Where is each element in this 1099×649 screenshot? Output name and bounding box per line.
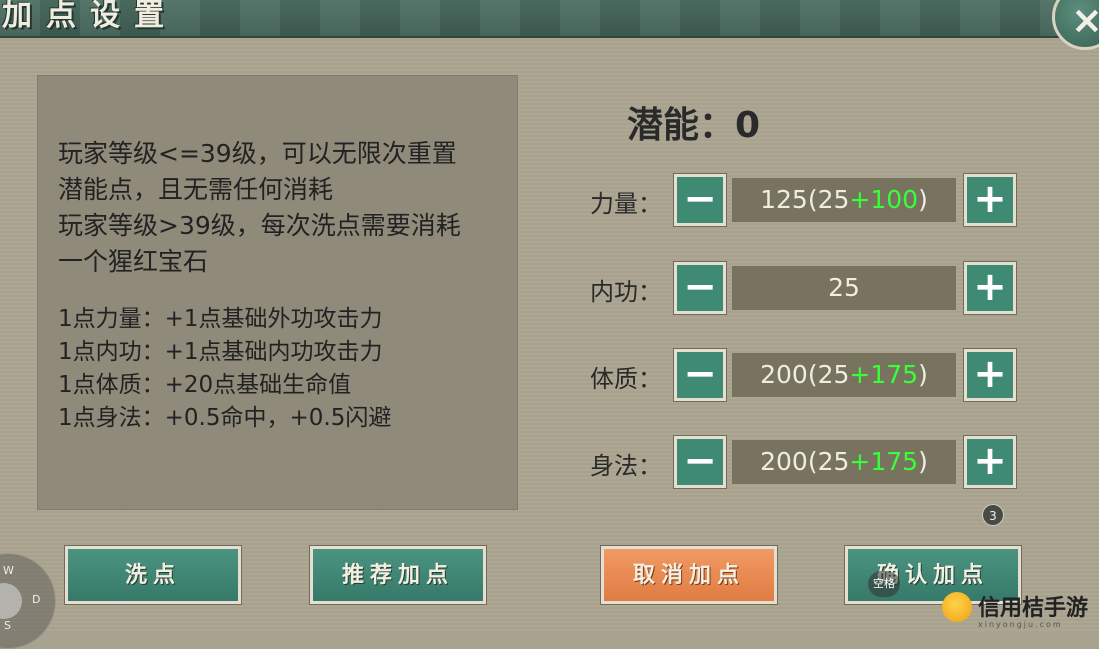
description-line: 玩家等级<=39级，可以无限次重置 xyxy=(58,139,457,168)
stat-label-inner-power: 内功： xyxy=(590,278,662,306)
strength-plus-button[interactable]: + xyxy=(963,173,1017,227)
inner-power-total: 25 xyxy=(828,273,860,302)
effect-constitution: 1点体质：+20点基础生命值 xyxy=(58,372,352,398)
watermark-text: 信用桔手游 xyxy=(978,596,1089,621)
plus-icon: + xyxy=(973,351,1007,397)
constitution-base: 25 xyxy=(817,360,850,389)
stat-row-agility: 身法： − 200(25+175) + xyxy=(590,435,1020,492)
space-key-hint[interactable]: 空格 xyxy=(868,571,900,597)
minus-icon: − xyxy=(683,351,717,397)
joystick-key-w: W xyxy=(3,564,14,577)
inner-power-value: 25 xyxy=(732,266,956,310)
cancel-points-button[interactable]: 取消加点 xyxy=(600,545,778,605)
plus-icon: + xyxy=(973,438,1007,484)
stat-row-inner-power: 内功： − 25 + xyxy=(590,261,1020,318)
constitution-value: 200(25+175) xyxy=(732,353,956,397)
stat-row-constitution: 体质： − 200(25+175) + xyxy=(590,348,1020,405)
stat-row-strength: 力量： − 125(25+100) + xyxy=(590,173,1020,230)
constitution-minus-button[interactable]: − xyxy=(673,348,727,402)
potential-label: 潜能： xyxy=(627,105,736,146)
effects-list: 1点力量：+1点基础外功攻击力 1点内功：+1点基础内功攻击力 1点体质：+20… xyxy=(58,303,508,435)
inner-power-minus-button[interactable]: − xyxy=(673,261,727,315)
strength-base: 25 xyxy=(817,185,850,214)
description-line: 一个猩红宝石 xyxy=(58,247,209,276)
joystick-key-d: D xyxy=(32,593,41,606)
agility-value: 200(25+175) xyxy=(732,440,956,484)
agility-minus-button[interactable]: − xyxy=(673,435,727,489)
panel-title: 加点设置 xyxy=(2,0,178,33)
plus-icon: + xyxy=(973,176,1007,222)
watermark-logo-icon xyxy=(942,592,972,622)
recommend-points-button[interactable]: 推荐加点 xyxy=(309,545,487,605)
minus-icon: − xyxy=(683,264,717,310)
strength-bonus: +100 xyxy=(849,185,919,214)
reset-points-button[interactable]: 洗点 xyxy=(64,545,242,605)
effect-agility: 1点身法：+0.5命中，+0.5闪避 xyxy=(58,405,392,431)
watermark-url: xinyongju.com xyxy=(978,620,1063,629)
minus-icon: − xyxy=(683,176,717,222)
stat-label-strength: 力量： xyxy=(590,190,662,218)
agility-bonus: +175 xyxy=(849,447,919,476)
stat-label-constitution: 体质： xyxy=(590,365,662,393)
description-line: 玩家等级>39级，每次洗点需要消耗 xyxy=(58,211,461,240)
minus-icon: − xyxy=(683,438,717,484)
strength-value: 125(25+100) xyxy=(732,178,956,222)
constitution-bonus: +175 xyxy=(849,360,919,389)
agility-base: 25 xyxy=(817,447,850,476)
watermark: 信用桔手游 xinyongju.com xyxy=(942,588,1097,630)
description-line: 潜能点，且无需任何消耗 xyxy=(58,175,334,204)
strength-minus-button[interactable]: − xyxy=(673,173,727,227)
inner-power-plus-button[interactable]: + xyxy=(963,261,1017,315)
effect-inner-power: 1点内功：+1点基础内功攻击力 xyxy=(58,339,383,365)
description-text: 玩家等级<=39级，可以无限次重置 潜能点，且无需任何消耗 玩家等级>39级，每… xyxy=(58,136,508,280)
potential-value: 0 xyxy=(735,105,761,146)
potential-display: 潜能：0 xyxy=(627,96,760,148)
plus-icon: + xyxy=(973,264,1007,310)
constitution-total: 200 xyxy=(760,360,808,389)
agility-plus-button[interactable]: + xyxy=(963,435,1017,489)
description-box: 玩家等级<=39级，可以无限次重置 潜能点，且无需任何消耗 玩家等级>39级，每… xyxy=(37,75,518,510)
strength-total: 125 xyxy=(760,185,808,214)
agility-total: 200 xyxy=(760,447,808,476)
constitution-plus-button[interactable]: + xyxy=(963,348,1017,402)
effect-strength: 1点力量：+1点基础外功攻击力 xyxy=(58,306,383,332)
joystick-key-s: S xyxy=(4,619,11,632)
close-icon: × xyxy=(1071,0,1099,42)
stat-label-agility: 身法： xyxy=(590,452,662,480)
notification-badge: 3 xyxy=(982,504,1004,526)
